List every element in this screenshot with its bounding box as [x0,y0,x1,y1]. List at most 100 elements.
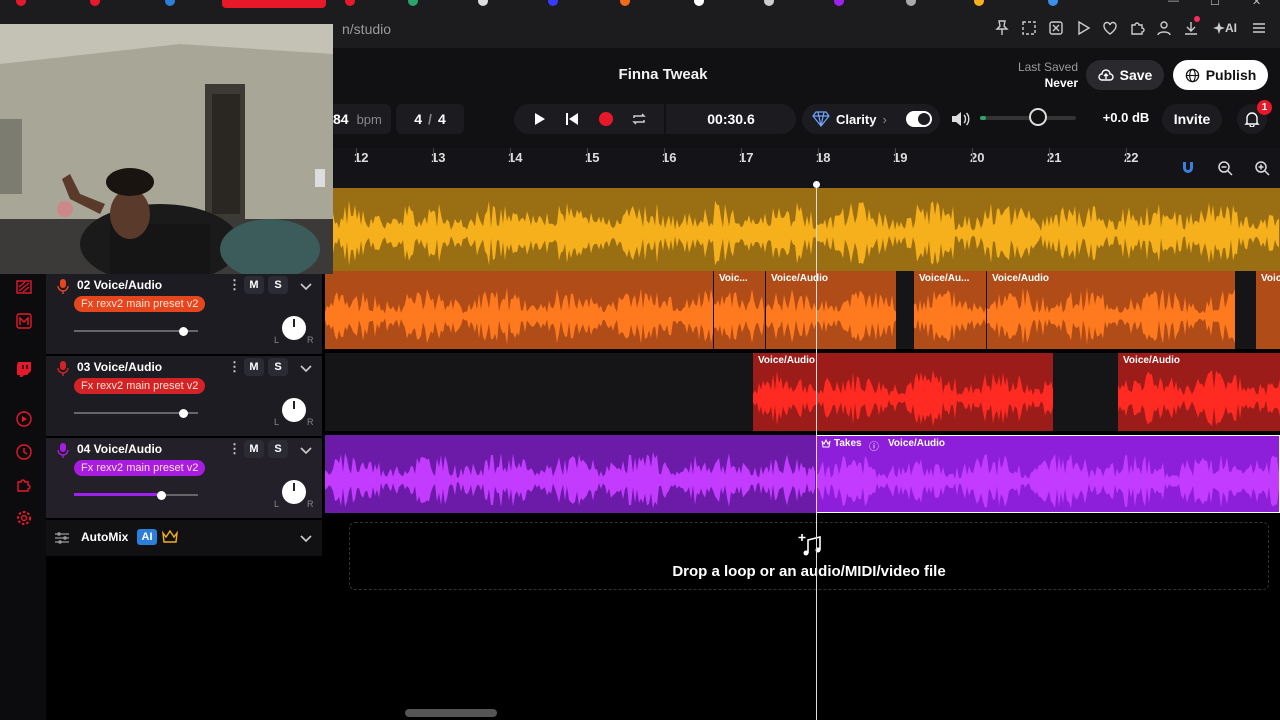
publish-button[interactable]: Publish [1173,60,1268,90]
playhead-line[interactable] [816,184,817,720]
timeline-ruler[interactable]: 22 21 20 19 18 17 16 15 14 13 12 [325,148,1280,188]
track-lane-01[interactable] [325,188,1280,272]
fader-knob[interactable] [179,327,189,336]
play-circle-icon[interactable] [15,410,33,428]
browser-tab[interactable] [345,0,355,8]
browser-tab[interactable] [834,0,844,8]
track-name[interactable]: 02 Voice/Audio [77,278,162,292]
solo-button[interactable]: S [268,440,288,458]
solo-button[interactable]: S [268,276,288,294]
track-volume-fader[interactable] [74,490,198,500]
browser-tab[interactable] [408,0,418,8]
audio-clip[interactable]: Voic [1256,271,1280,349]
master-volume-slider[interactable] [980,108,1076,126]
plugin-puzzle-icon[interactable] [15,476,33,494]
close-box-icon[interactable] [1047,19,1065,37]
track-name[interactable]: 04 Voice/Audio [77,442,162,456]
clarity-toggle-group[interactable]: Clarity › [802,104,940,134]
solo-button[interactable]: S [268,358,288,376]
heart-icon[interactable] [1101,19,1119,37]
track-volume-fader[interactable] [74,326,198,336]
browser-tab[interactable] [165,0,175,8]
automix-row[interactable]: AutoMix AI [46,520,322,556]
twitch-icon[interactable] [15,360,33,378]
settings-gear-icon[interactable] [15,509,33,527]
pan-knob[interactable] [282,316,306,340]
browser-tab[interactable] [16,0,26,8]
browser-tab[interactable] [694,0,704,8]
browser-tab[interactable] [974,0,984,8]
audio-clip[interactable]: Voice/Audio [987,271,1235,349]
audio-clip[interactable]: Voice/Audio [1118,353,1280,431]
track-lane-04[interactable]: Takes ⓘ Voice/Audio [325,435,1280,513]
project-title[interactable]: Finna Tweak [563,66,763,83]
screenshot-icon[interactable] [1020,19,1038,37]
track-menu-icon[interactable]: ⋮ [228,277,241,293]
pan-knob[interactable] [282,398,306,422]
bpm-field[interactable]: 84 bpm [333,104,391,134]
save-button[interactable]: Save [1086,60,1164,90]
browser-tab-active[interactable] [222,0,326,8]
record-button[interactable] [595,108,617,130]
fx-preset-pill[interactable]: Fx rexv2 main preset v2 [74,296,206,312]
puzzle-icon[interactable] [1128,19,1146,37]
speaker-icon[interactable] [950,110,970,128]
browser-tab[interactable] [906,0,916,8]
audio-clip[interactable]: Voice/Audio [753,353,1053,431]
browser-tab[interactable] [478,0,488,8]
fx-preset-pill[interactable]: Fx rexv2 main preset v2 [74,378,206,394]
download-icon[interactable] [1182,16,1200,37]
browser-tab[interactable] [548,0,558,8]
volume-knob[interactable] [1028,108,1047,126]
track-menu-icon[interactable]: ⋮ [228,441,241,457]
chevron-down-icon[interactable] [298,442,314,458]
snap-magnet-button[interactable] [1178,158,1198,178]
track-lane-02[interactable]: Voic... Voice/Audio Voice/Au... Voice/Au… [325,271,1280,349]
play-icon[interactable] [1074,19,1092,37]
audio-clip[interactable]: Voice/Au... [914,271,986,349]
ai-sparkle-icon[interactable]: AI [1209,19,1241,37]
track-menu-icon[interactable]: ⋮ [228,359,241,375]
playhead-handle[interactable] [813,181,820,188]
profile-icon[interactable] [1155,19,1173,37]
track-volume-fader[interactable] [74,408,198,418]
audio-clip[interactable] [325,188,1280,272]
invite-button[interactable]: Invite [1162,104,1222,134]
chevron-down-icon[interactable] [298,530,314,546]
browser-tab[interactable] [1048,0,1058,8]
mute-button[interactable]: M [244,276,264,294]
mute-button[interactable]: M [244,358,264,376]
waveform-icon[interactable] [15,278,33,296]
pan-knob[interactable] [282,480,306,504]
file-drop-zone[interactable]: Drop a loop or an audio/MIDI/video file [349,522,1269,590]
chevron-down-icon[interactable] [298,360,314,376]
browser-tab[interactable] [764,0,774,8]
zoom-out-button[interactable] [1215,158,1235,178]
fader-knob[interactable] [179,409,189,418]
track-header-03[interactable]: 03 Voice/Audio ⋮ M S Fx rexv2 main prese… [46,356,322,436]
minimize-icon[interactable]: — [1168,0,1179,8]
fx-preset-pill[interactable]: Fx rexv2 main preset v2 [74,460,206,476]
browser-tab[interactable] [90,0,100,8]
time-signature-field[interactable]: 4 / 4 [396,104,464,134]
audio-clip[interactable]: Voic... [714,271,765,349]
audio-clip[interactable] [325,271,713,349]
clarity-toggle[interactable] [906,111,932,127]
history-icon[interactable] [15,443,33,461]
chevron-down-icon[interactable] [298,278,314,294]
audio-clip[interactable] [325,435,816,513]
pin-icon[interactable] [993,19,1011,37]
zoom-in-button[interactable] [1252,158,1272,178]
fader-knob[interactable] [157,491,167,500]
takes-clip[interactable]: Takes ⓘ Voice/Audio [816,435,1280,513]
track-header-02[interactable]: 02 Voice/Audio ⋮ M S Fx rexv2 main prese… [46,274,322,354]
track-lane-03[interactable]: Voice/Audio Voice/Audio [325,353,1280,431]
mute-button[interactable]: M [244,440,264,458]
browser-tab[interactable] [620,0,630,8]
url-text[interactable]: n/studio [342,21,391,37]
menu-icon[interactable] [1250,19,1268,37]
audio-clip[interactable]: Voice/Audio [766,271,896,349]
maximize-icon[interactable]: ☐ [1210,0,1220,8]
midi-icon[interactable] [15,312,33,330]
track-name[interactable]: 03 Voice/Audio [77,360,162,374]
